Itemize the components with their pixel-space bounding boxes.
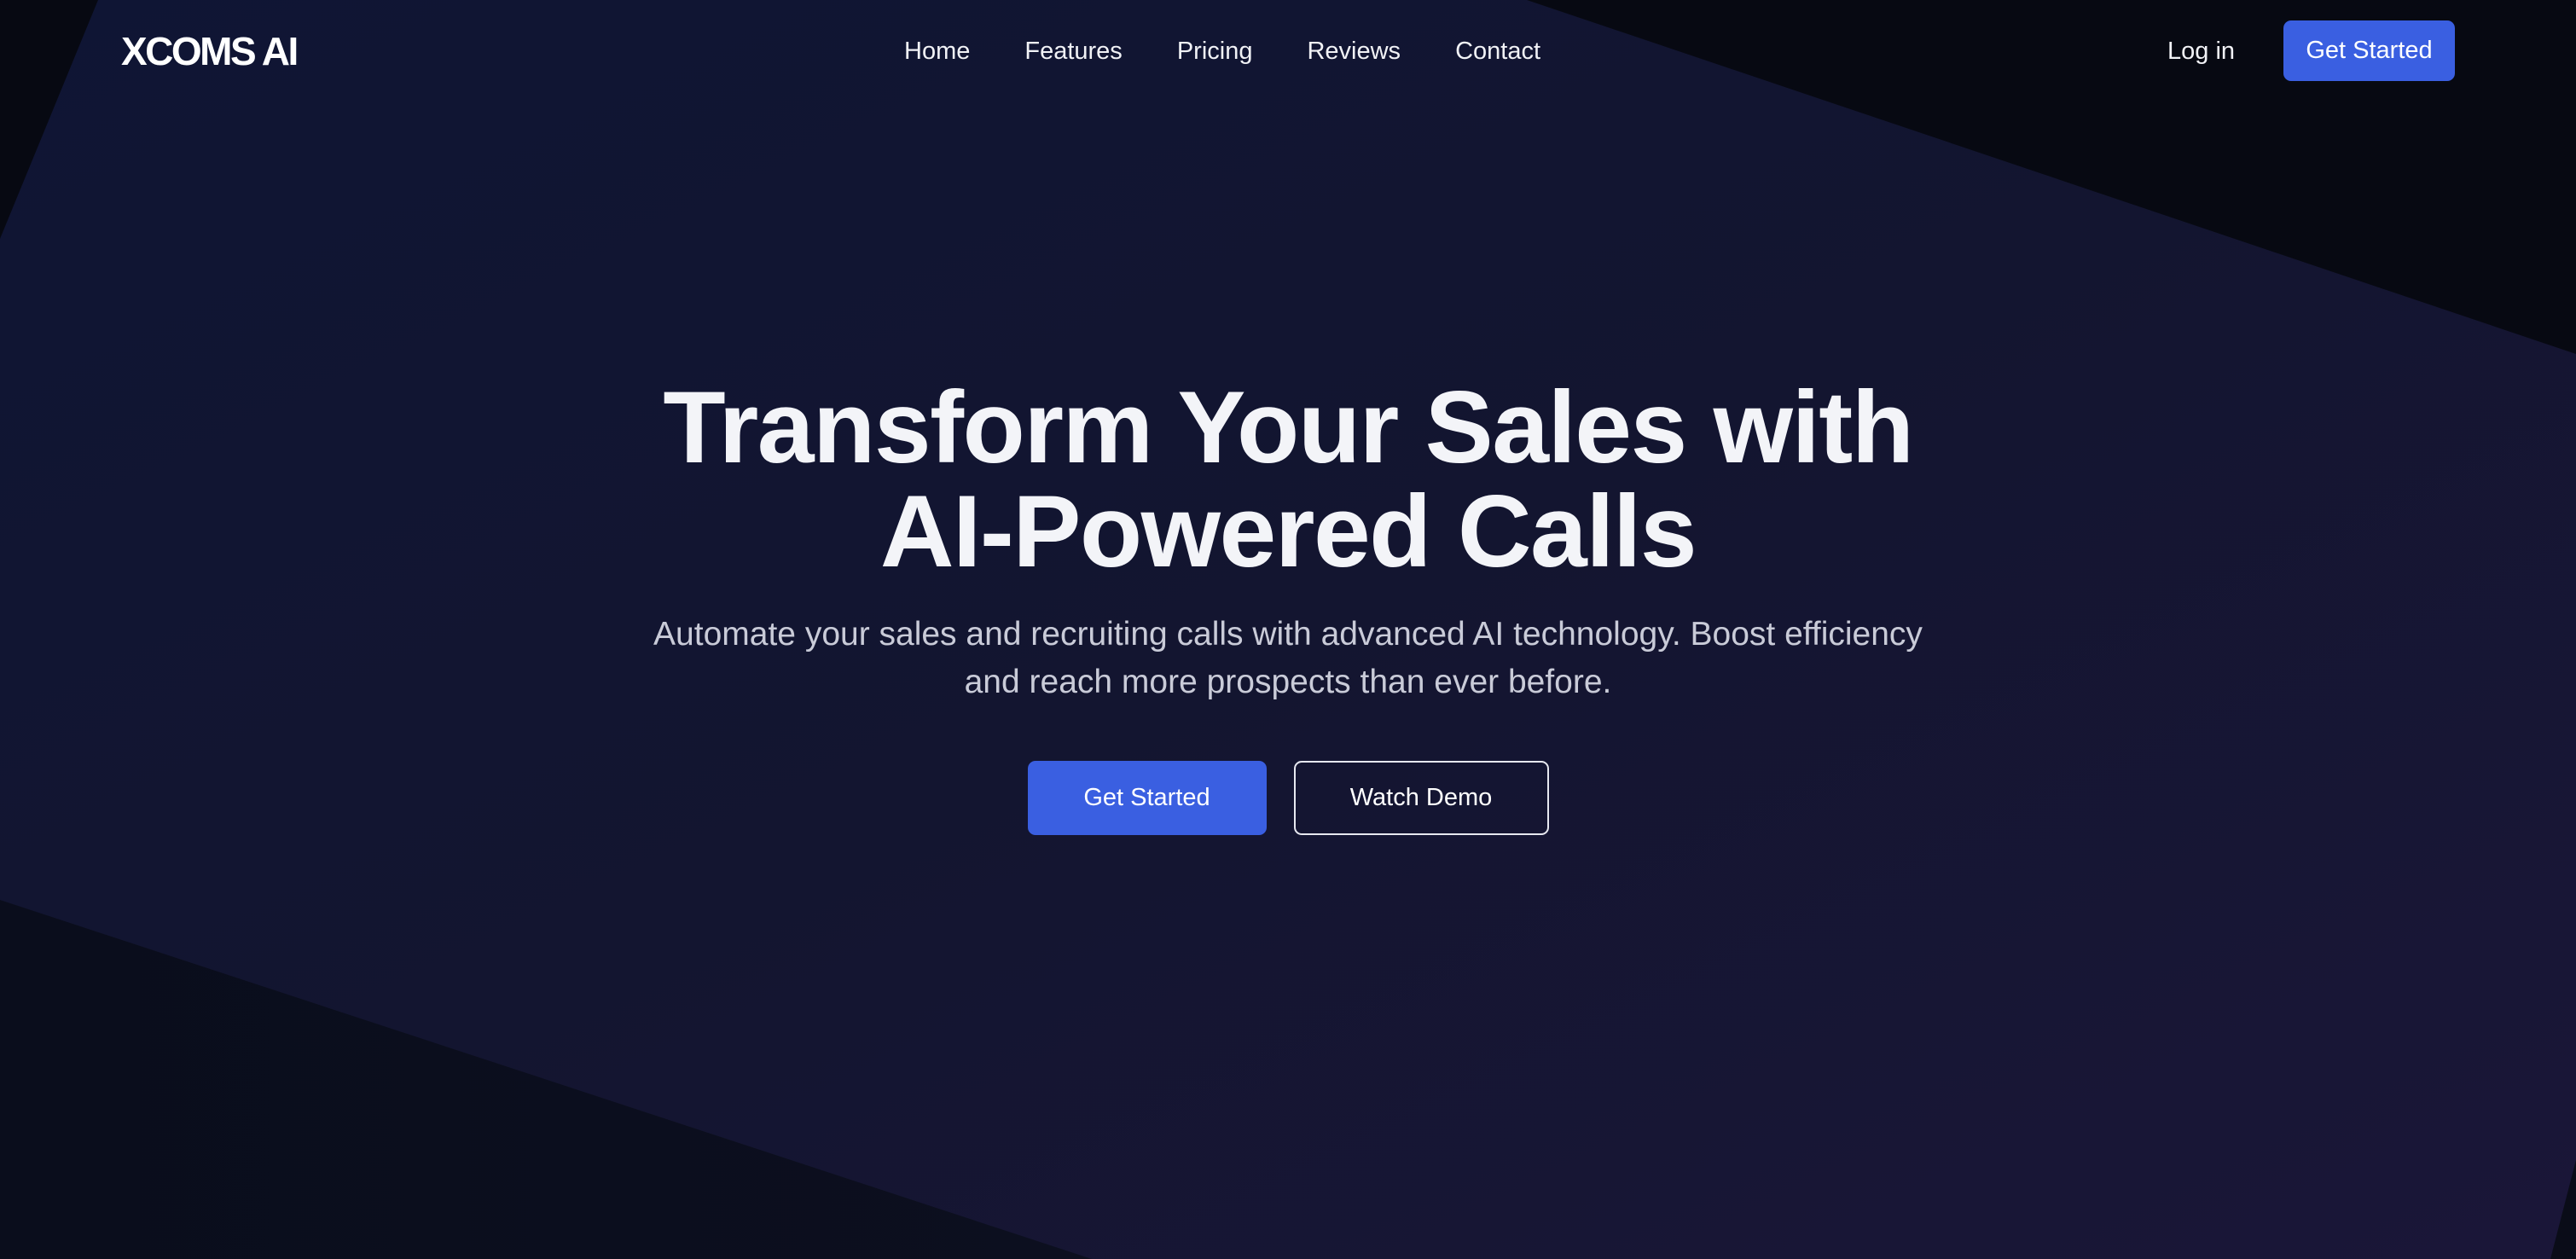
login-link[interactable]: Log in bbox=[2167, 31, 2235, 72]
hero-actions: Get Started Watch Demo bbox=[0, 761, 2576, 835]
brand-logo[interactable]: XCOMS AI bbox=[121, 26, 299, 77]
nav-pricing-link[interactable]: Pricing bbox=[1177, 31, 1253, 72]
hero-subtitle-line-1: Automate your sales and recruiting calls… bbox=[653, 616, 1923, 653]
hero-title: Transform Your Sales with AI-Powered Cal… bbox=[0, 375, 2576, 583]
hero-subtitle: Automate your sales and recruiting calls… bbox=[631, 611, 1945, 706]
nav-contact-link[interactable]: Contact bbox=[1455, 31, 1540, 72]
watch-demo-button[interactable]: Watch Demo bbox=[1293, 761, 1549, 835]
get-started-button[interactable]: Get Started bbox=[1027, 761, 1267, 835]
nav-home-link[interactable]: Home bbox=[904, 31, 970, 72]
hero-title-line-1: Transform Your Sales with bbox=[663, 370, 1914, 484]
nav-get-started-button[interactable]: Get Started bbox=[2283, 20, 2455, 81]
top-navbar: XCOMS AI Home Features Pricing Reviews C… bbox=[0, 0, 2576, 102]
hero-subtitle-line-2: and reach more prospects than ever befor… bbox=[964, 664, 1612, 700]
nav-features-link[interactable]: Features bbox=[1024, 31, 1122, 72]
nav-reviews-link[interactable]: Reviews bbox=[1307, 31, 1401, 72]
hero-section: Transform Your Sales with AI-Powered Cal… bbox=[0, 375, 2576, 835]
main-nav: Home Features Pricing Reviews Contact bbox=[904, 31, 1540, 72]
hero-title-line-2: AI-Powered Calls bbox=[879, 474, 1697, 589]
